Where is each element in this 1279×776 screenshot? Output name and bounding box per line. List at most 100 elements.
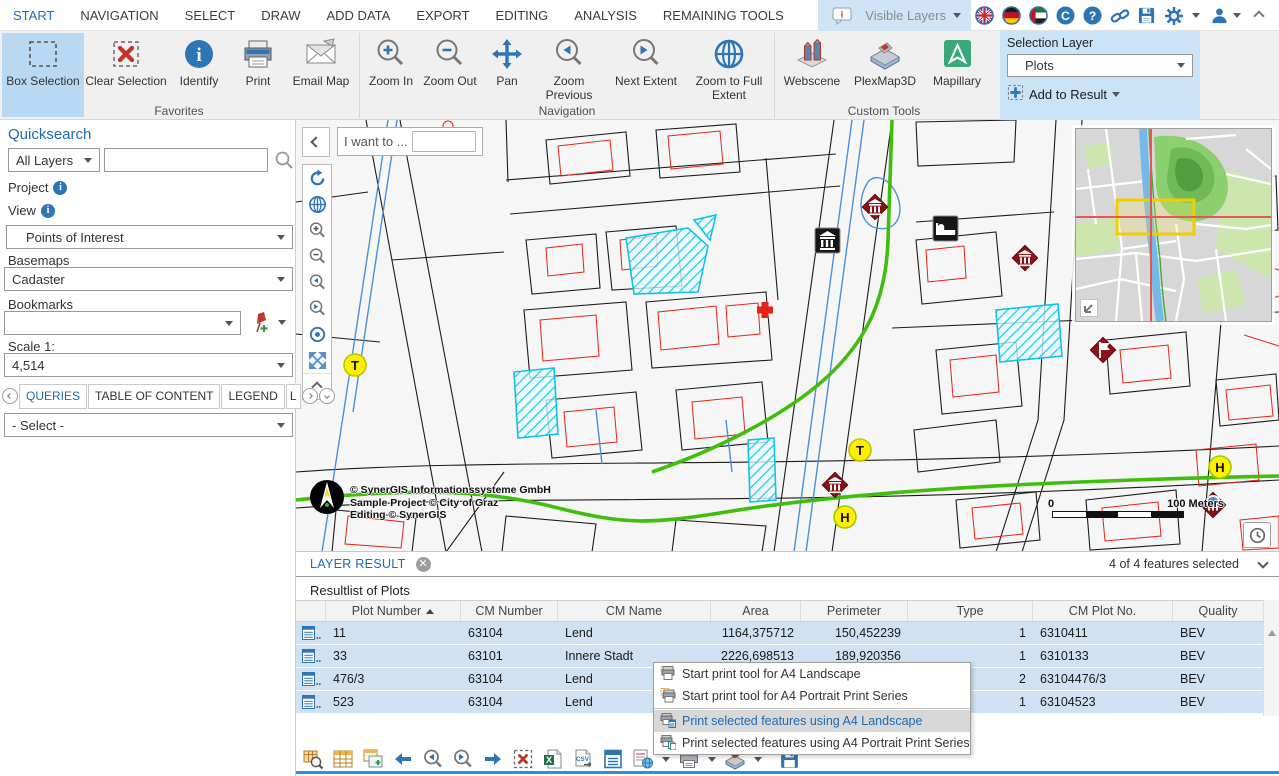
clear-result-icon[interactable] xyxy=(512,748,534,770)
menu-item-print-selected-a4-portrait-series[interactable]: Print selected features using A4 Portrai… xyxy=(654,732,970,754)
table-icon[interactable] xyxy=(332,748,354,770)
quicksearch-input[interactable] xyxy=(104,148,268,172)
full-extent-icon[interactable] xyxy=(303,347,331,373)
menu-item-print-tool-a4-landscape[interactable]: Start print tool for A4 Landscape xyxy=(654,663,970,685)
chevron-down-icon xyxy=(84,158,92,163)
zoom-to-selected-icon[interactable] xyxy=(302,748,324,770)
excel-export-icon[interactable]: X xyxy=(542,748,564,770)
report-icon[interactable] xyxy=(602,748,624,770)
column-area[interactable]: Area xyxy=(711,601,801,621)
table-scrollbar[interactable] xyxy=(1263,600,1279,716)
user-chevron-icon[interactable] xyxy=(1233,13,1241,18)
quicksearch-layer-select[interactable]: All Layers xyxy=(8,148,100,172)
tab-truncated[interactable]: L xyxy=(286,384,301,409)
tab-table-of-content[interactable]: TABLE OF CONTENT xyxy=(88,384,220,409)
table-row[interactable]: 11 63104 Lend 1164,375712 150,452239 1 6… xyxy=(296,622,1263,645)
cell-plot-number: 523 xyxy=(326,691,461,713)
copyright-icon[interactable]: C xyxy=(1056,6,1075,25)
layer-result-tab[interactable]: LAYER RESULT xyxy=(310,557,406,571)
overview-collapse-icon[interactable] xyxy=(1080,299,1098,317)
overview-globe-icon[interactable] xyxy=(303,191,331,217)
column-cm-name[interactable]: CM Name xyxy=(558,601,711,621)
column-quality[interactable]: Quality xyxy=(1173,601,1263,621)
scale-select[interactable]: 4,514 xyxy=(4,353,293,377)
tabs-scroll-right-button[interactable] xyxy=(302,388,318,404)
column-type[interactable]: Type xyxy=(908,601,1033,621)
user-icon[interactable] xyxy=(1210,6,1229,25)
scroll-up-icon[interactable] xyxy=(1268,630,1276,636)
basemap-select[interactable]: Cadaster xyxy=(4,267,293,291)
record-actions-icon[interactable] xyxy=(296,622,326,644)
add-to-result-button[interactable]: Add to Result xyxy=(1007,84,1120,104)
time-slider-button[interactable] xyxy=(1243,522,1271,548)
close-result-icon[interactable]: ✕ xyxy=(416,557,431,572)
tab-navigation[interactable]: NAVIGATION xyxy=(67,0,171,31)
tab-export[interactable]: EXPORT xyxy=(403,0,482,31)
save-icon[interactable] xyxy=(1137,6,1156,25)
bookmark-menu-chevron-icon[interactable] xyxy=(278,320,286,325)
print-chevron-icon[interactable] xyxy=(708,757,716,762)
web-report-chevron-icon[interactable] xyxy=(662,757,670,762)
tab-start[interactable]: START xyxy=(0,0,67,31)
next-record-icon[interactable] xyxy=(482,748,504,770)
zoom-in-icon[interactable] xyxy=(303,217,331,243)
i-want-to-input[interactable] xyxy=(412,131,476,152)
selection-layer-select[interactable]: Plots xyxy=(1007,54,1193,77)
tab-editing[interactable]: EDITING xyxy=(483,0,562,31)
table-add-icon[interactable] xyxy=(362,748,384,770)
info-icon[interactable]: i xyxy=(53,181,67,195)
zoom-previous-record-icon[interactable] xyxy=(422,748,444,770)
zoom-next-record-icon[interactable] xyxy=(452,748,474,770)
zoom-previous-icon[interactable] xyxy=(303,269,331,295)
query-select[interactable]: - Select - xyxy=(4,413,293,437)
bookmark-select[interactable] xyxy=(4,311,241,335)
web-report-icon[interactable] xyxy=(632,748,654,770)
flag-uk-icon[interactable] xyxy=(975,6,994,25)
zoom-out-icon[interactable] xyxy=(303,243,331,269)
help-icon[interactable]: ? xyxy=(1083,6,1102,25)
add-bookmark-icon[interactable] xyxy=(249,311,271,338)
overview-map[interactable] xyxy=(1075,128,1272,322)
cell-plot-number: 33 xyxy=(326,645,461,667)
column-perimeter[interactable]: Perimeter xyxy=(801,601,908,621)
center-map-icon[interactable] xyxy=(303,321,331,347)
view-select[interactable]: Points of Interest xyxy=(6,225,293,249)
tab-queries[interactable]: QUERIES xyxy=(19,384,87,409)
zoom-next-icon[interactable] xyxy=(303,295,331,321)
tab-add-data[interactable]: ADD DATA xyxy=(314,0,404,31)
tab-legend[interactable]: LEGEND xyxy=(221,384,284,409)
flag-de-icon[interactable] xyxy=(1002,6,1021,25)
record-actions-icon[interactable] xyxy=(296,691,326,713)
previous-record-icon[interactable] xyxy=(392,748,414,770)
link-icon[interactable] xyxy=(1110,6,1129,25)
plexmap-chevron-icon[interactable] xyxy=(754,757,762,762)
map-canvas[interactable]: T T H H H xyxy=(296,120,1279,552)
button-label: Zoom In xyxy=(369,74,413,88)
column-cm-number[interactable]: CM Number xyxy=(461,601,558,621)
ribbon-group-favorites: Box Selection Clear Selection i Identify… xyxy=(0,31,358,119)
menu-item-print-tool-a4-portrait-series[interactable]: Start print tool for A4 Portrait Print S… xyxy=(654,685,970,707)
collapse-ribbon-icon[interactable] xyxy=(1253,10,1264,21)
tab-analysis[interactable]: ANALYSIS xyxy=(561,0,650,31)
column-plot-number[interactable]: Plot Number xyxy=(326,601,461,621)
tab-remaining-tools[interactable]: REMAINING TOOLS xyxy=(650,0,797,31)
left-sidebar: Quicksearch All Layers Projecti Viewi Po… xyxy=(0,120,296,776)
i-want-to-button[interactable]: I want to ... xyxy=(337,127,483,156)
record-actions-icon[interactable] xyxy=(296,645,326,667)
tab-draw[interactable]: DRAW xyxy=(248,0,313,31)
settings-icon[interactable] xyxy=(1164,6,1188,25)
visible-layers-button[interactable]: i Visible Layers xyxy=(818,0,971,31)
collapse-sidebar-button[interactable] xyxy=(302,127,330,157)
tab-select[interactable]: SELECT xyxy=(172,0,249,31)
settings-chevron-icon[interactable] xyxy=(1192,13,1200,18)
menu-item-print-selected-a4-landscape[interactable]: Print selected features using A4 Landsca… xyxy=(654,710,970,732)
info-icon[interactable]: i xyxy=(41,204,55,218)
csv-export-icon[interactable]: CSV xyxy=(572,748,594,770)
tabs-overflow-button[interactable] xyxy=(319,388,335,404)
column-cm-plot-no[interactable]: CM Plot No. xyxy=(1033,601,1173,621)
refresh-icon[interactable] xyxy=(303,165,331,191)
record-actions-icon[interactable] xyxy=(296,668,326,690)
tabs-scroll-left-button[interactable] xyxy=(2,388,18,404)
search-icon[interactable] xyxy=(274,150,294,173)
flag-uae-icon[interactable] xyxy=(1029,6,1048,25)
